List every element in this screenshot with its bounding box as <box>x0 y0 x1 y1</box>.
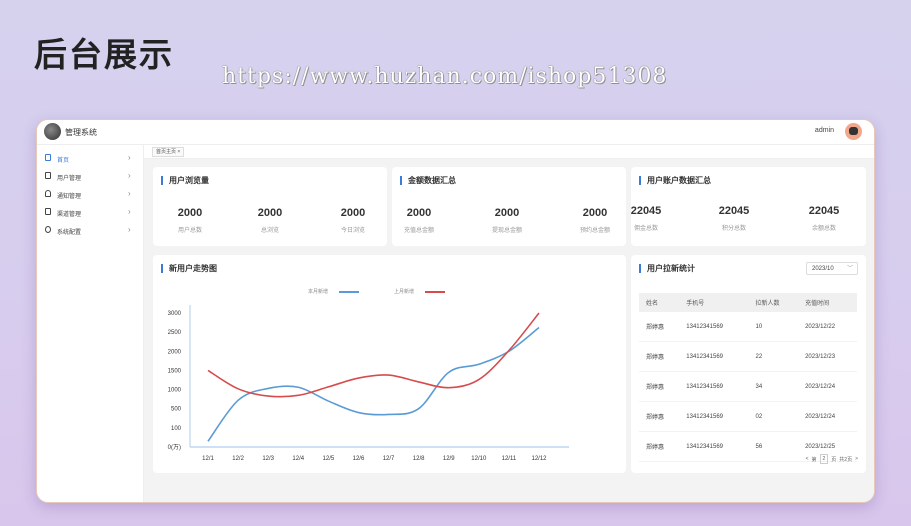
y-tick-label: 1500 <box>168 368 182 374</box>
column-header: 充值时间 <box>798 293 857 312</box>
chevron-right-icon: › <box>128 153 131 162</box>
main-content: 首页主页 × 用户浏览量 2000 用户总数 2000 总浏览 2000 今日浏览 金… <box>144 145 874 502</box>
card-user-trend: 新用户走势图 本月新增 上月新增 3000 2500 2000 1500 1000 500… <box>153 255 626 473</box>
bell-icon <box>45 190 51 197</box>
x-tick-label: 12/7 <box>383 456 395 462</box>
column-header: 拉新人数 <box>748 293 799 312</box>
stat-item: 2000 充值总金额 <box>403 207 434 234</box>
y-tick-label: 1000 <box>168 388 182 394</box>
chevron-right-icon: › <box>128 207 131 216</box>
y-tick-label: 2000 <box>168 349 182 355</box>
sidebar-item-label: 系统配置 <box>57 230 82 236</box>
table-row: 郑婷惠 13412341569 34 2023/12/24 <box>639 371 857 402</box>
x-tick-label: 12/8 <box>413 456 425 462</box>
stat-item: 2000 今日浏览 <box>340 207 366 234</box>
y-tick-label: 100 <box>171 426 182 432</box>
stat-item: 2000 用户总数 <box>177 207 203 234</box>
prev-page-button[interactable]: < <box>806 456 809 462</box>
app-title: 管理系统 <box>65 128 97 137</box>
x-tick-label: 12/10 <box>471 456 487 462</box>
sidebar: 首页 › 用户管理 › 通知管理 › 渠道管理 › 系统配置 › <box>37 145 144 502</box>
series-line-2 <box>207 312 540 398</box>
pagination: < 第 2 页 共2页 > <box>806 454 858 464</box>
stat-item: 2000 总浏览 <box>257 207 283 234</box>
sidebar-item-label: 用户管理 <box>57 176 82 182</box>
period-select[interactable]: 2023/10 ﹀ <box>806 262 858 275</box>
page-input[interactable]: 2 <box>819 454 829 464</box>
user-name[interactable]: admin <box>815 127 834 134</box>
card-title: 金额数据汇总 <box>400 176 456 185</box>
card-title: 用户拉新统计 <box>639 264 695 273</box>
home-icon <box>45 154 51 161</box>
column-header: 手机号 <box>679 293 749 312</box>
card-account-summary: 用户账户数据汇总 22045 佣金总数 22045 积分总数 22045 余额总数 <box>631 167 866 246</box>
card-invite-stats: 用户拉新统计 2023/10 ﹀ 姓名 手机号 拉新人数 充值时间 郑婷惠 1341… <box>631 255 866 473</box>
chevron-right-icon: › <box>128 171 131 180</box>
page-prefix: 第 <box>811 456 817 463</box>
series-line-1 <box>207 326 540 442</box>
tab-home[interactable]: 首页主页 × <box>152 147 185 157</box>
card-user-views: 用户浏览量 2000 用户总数 2000 总浏览 2000 今日浏览 <box>153 167 387 246</box>
chevron-right-icon: › <box>128 225 131 234</box>
sidebar-item-users[interactable]: 用户管理 › <box>37 167 143 185</box>
chevron-down-icon: ﹀ <box>846 266 853 272</box>
card-title: 用户账户数据汇总 <box>639 176 711 185</box>
x-tick-label: 12/5 <box>323 456 335 462</box>
x-tick-label: 12/2 <box>232 456 244 462</box>
card-title: 用户浏览量 <box>161 176 209 185</box>
stat-item: 22045 佣金总数 <box>630 205 662 232</box>
stat-item: 2000 提现总金额 <box>491 207 522 234</box>
page-suffix: 页 <box>831 456 837 463</box>
x-tick-label: 12/6 <box>353 456 365 462</box>
y-tick-label: 3000 <box>168 311 182 317</box>
top-bar: 管理系统 admin <box>37 120 874 145</box>
banner-title: 后台展示 <box>34 36 174 73</box>
sidebar-item-settings[interactable]: 系统配置 › <box>37 221 143 239</box>
x-tick-label: 12/4 <box>292 456 304 462</box>
logo-avatar <box>44 123 61 140</box>
y-tick-label: 500 <box>171 407 182 413</box>
table-row: 郑婷惠 13412341569 02 2023/12/24 <box>639 401 857 432</box>
trend-chart: 3000 2500 2000 1500 1000 500 100 0(万) 12/1 12/2 12… <box>168 305 569 462</box>
sidebar-item-home[interactable]: 首页 › <box>37 149 143 167</box>
table-row: 郑婷惠 13412341569 10 2023/12/22 <box>639 312 857 342</box>
x-tick-label: 12/12 <box>531 456 547 462</box>
sidebar-item-label: 通知管理 <box>57 194 82 200</box>
app-window: 管理系统 admin 首页 › 用户管理 › 通知管理 › 渠道管理 › 系统配… <box>36 119 875 503</box>
y-tick-label: 0(万) <box>168 444 181 451</box>
column-header: 姓名 <box>639 293 680 312</box>
user-avatar[interactable] <box>845 123 862 140</box>
sidebar-item-channels[interactable]: 渠道管理 › <box>37 203 143 221</box>
x-tick-label: 12/1 <box>202 456 214 462</box>
tab-bar: 首页主页 × <box>144 145 874 159</box>
x-tick-label: 12/9 <box>443 456 455 462</box>
sidebar-item-label: 渠道管理 <box>57 212 82 218</box>
table-row: 郑婷惠 13412341569 22 2023/12/23 <box>639 341 857 372</box>
channel-icon <box>45 208 51 215</box>
stat-item: 22045 余额总数 <box>808 205 840 232</box>
page-total: 共2页 <box>839 456 853 463</box>
x-tick-label: 12/11 <box>502 456 517 462</box>
chevron-right-icon: › <box>128 189 131 198</box>
stat-item: 22045 积分总数 <box>718 205 750 232</box>
sidebar-item-notices[interactable]: 通知管理 › <box>37 185 143 203</box>
next-page-button[interactable]: > <box>855 456 858 462</box>
gear-icon <box>45 226 51 233</box>
x-tick-label: 12/3 <box>262 456 274 462</box>
y-tick-label: 2500 <box>168 330 182 336</box>
sidebar-item-label: 首页 <box>57 158 70 164</box>
card-amount-summary: 金额数据汇总 2000 充值总金额 2000 提现总金额 2000 预约总金额 <box>392 167 626 246</box>
watermark-url: https://www.huzhan.com/ishop51308 <box>222 64 668 89</box>
user-icon <box>45 172 51 179</box>
invite-table: 姓名 手机号 拉新人数 充值时间 郑婷惠 13412341569 10 2023/12… <box>639 293 857 462</box>
